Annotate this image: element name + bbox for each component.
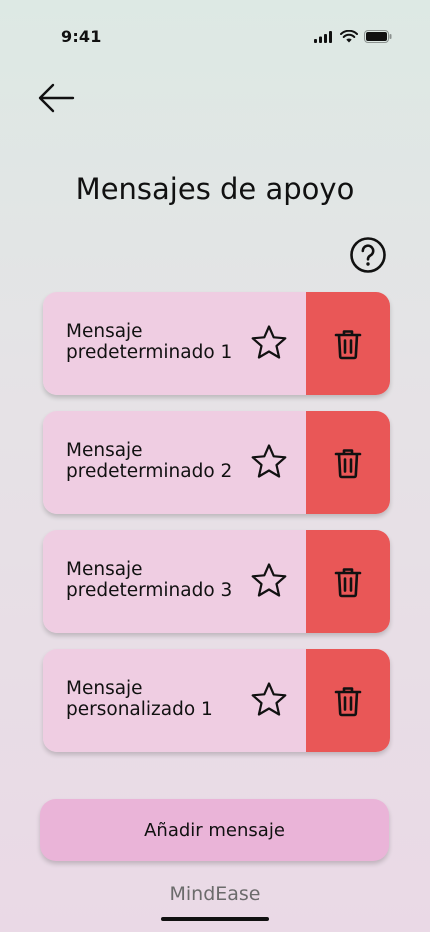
star-icon xyxy=(251,444,287,478)
message-text-line1: Mensaje xyxy=(66,321,143,342)
message-text: Mensaje predeterminado 1 xyxy=(66,321,251,363)
delete-button[interactable] xyxy=(306,411,390,514)
message-card-body[interactable]: Mensaje predeterminado 3 xyxy=(43,530,306,633)
message-list: Mensaje predeterminado 1 Mensaje predete… xyxy=(43,292,390,768)
status-icons xyxy=(314,30,392,43)
delete-button[interactable] xyxy=(306,292,390,395)
favorite-button[interactable] xyxy=(249,442,289,482)
delete-button[interactable] xyxy=(306,530,390,633)
message-text: Mensaje predeterminado 2 xyxy=(66,440,251,482)
message-card-body[interactable]: Mensaje predeterminado 2 xyxy=(43,411,306,514)
help-button[interactable] xyxy=(349,236,387,274)
favorite-button[interactable] xyxy=(249,323,289,363)
add-message-button[interactable]: Añadir mensaje xyxy=(40,799,389,861)
favorite-button[interactable] xyxy=(249,561,289,601)
message-text-line2: predeterminado 2 xyxy=(66,461,233,482)
message-text: Mensaje predeterminado 3 xyxy=(66,559,251,601)
favorite-button[interactable] xyxy=(249,680,289,720)
back-button[interactable] xyxy=(34,78,78,118)
message-card-body[interactable]: Mensaje personalizado 1 xyxy=(43,649,306,752)
star-icon xyxy=(251,325,287,359)
message-text-line1: Mensaje xyxy=(66,559,143,580)
message-text-line1: Mensaje xyxy=(66,678,143,699)
message-text: Mensaje personalizado 1 xyxy=(66,678,251,720)
arrow-left-icon xyxy=(38,83,75,113)
battery-icon xyxy=(364,30,392,43)
home-indicator[interactable] xyxy=(161,917,269,921)
wifi-icon xyxy=(340,30,358,43)
delete-button[interactable] xyxy=(306,649,390,752)
message-text-line2: predeterminado 1 xyxy=(66,342,233,363)
page-title: Mensajes de apoyo xyxy=(75,172,355,206)
message-card-body[interactable]: Mensaje predeterminado 1 xyxy=(43,292,306,395)
trash-icon xyxy=(334,567,362,597)
question-circle-icon xyxy=(350,237,386,273)
trash-icon xyxy=(334,686,362,716)
message-card: Mensaje personalizado 1 xyxy=(43,649,390,752)
message-card: Mensaje predeterminado 2 xyxy=(43,411,390,514)
status-time: 9:41 xyxy=(61,27,102,46)
message-text-line2: personalizado 1 xyxy=(66,699,213,720)
brand-name: MindEase xyxy=(169,883,261,905)
star-icon xyxy=(251,563,287,597)
trash-icon xyxy=(334,329,362,359)
trash-icon xyxy=(334,448,362,478)
message-card: Mensaje predeterminado 3 xyxy=(43,530,390,633)
signal-icon xyxy=(314,30,332,43)
message-card: Mensaje predeterminado 1 xyxy=(43,292,390,395)
message-text-line2: predeterminado 3 xyxy=(66,580,233,601)
status-bar: 9:41 xyxy=(0,0,430,54)
star-icon xyxy=(251,682,287,716)
message-text-line1: Mensaje xyxy=(66,440,143,461)
